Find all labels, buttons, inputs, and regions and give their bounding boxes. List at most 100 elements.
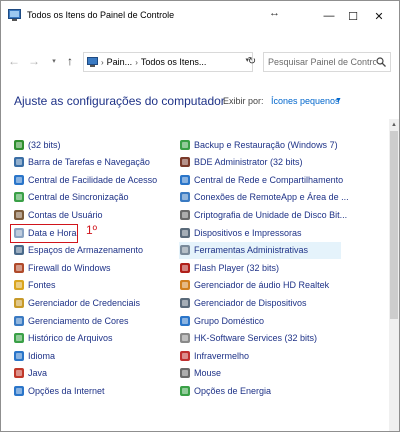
taskbar-icon <box>14 157 24 168</box>
search-box[interactable] <box>263 52 391 72</box>
control-panel-item[interactable]: Gerenciador de áudio HD Realtek <box>179 277 329 294</box>
breadcrumb-control-panel[interactable]: Pain... <box>107 57 133 67</box>
control-panel-item[interactable]: Infravermelho <box>179 347 249 364</box>
control-panel-item[interactable]: Flash Player (32 bits) <box>179 259 279 276</box>
control-panel-item[interactable]: Opções da Internet <box>13 382 105 399</box>
admin-tools-icon <box>180 245 190 256</box>
control-panel-item-label: Flash Player (32 bits) <box>194 262 280 273</box>
control-panel-item[interactable]: Barra de Tarefas e Navegação <box>13 154 150 171</box>
scroll-up-button[interactable]: ▲ <box>389 119 399 131</box>
control-panel-item[interactable]: Ferramentas Administrativas <box>179 241 341 259</box>
page-title: Ajuste as configurações do computador <box>14 94 225 108</box>
control-panel-item[interactable]: BDE Administrator (32 bits) <box>179 154 303 171</box>
firewall-icon <box>14 262 24 273</box>
control-panel-item-label: Dispositivos e Impressoras <box>194 227 302 238</box>
control-panel-item-label: Criptografia de Unidade de Disco Bit... <box>194 209 348 220</box>
control-panel-item[interactable]: Contas de Usuário <box>13 206 103 223</box>
control-panel-item-label: Histórico de Arquivos <box>28 333 113 344</box>
control-panel-item[interactable]: (32 bits) <box>13 136 61 153</box>
control-panel-item[interactable]: Firewall do Windows <box>13 259 111 276</box>
control-panel-item[interactable]: Opções de Energia <box>179 382 271 399</box>
control-panel-item-label: Central de Rede e Compartilhamento <box>194 174 344 185</box>
sync-icon <box>14 192 24 203</box>
control-panel-item-label: Espaços de Armazenamento <box>28 245 144 256</box>
fonts-icon <box>14 280 24 291</box>
control-panel-item-label: Central de Sincronização <box>28 192 129 203</box>
control-panel-item-label: Opções da Internet <box>28 385 105 396</box>
printer-icon <box>180 227 190 238</box>
breadcrumb-separator-icon: › <box>101 57 104 67</box>
view-by-dropdown[interactable]: Ícones pequenos <box>271 96 340 106</box>
control-panel-item[interactable]: Histórico de Arquivos <box>13 330 113 347</box>
audio-icon <box>180 280 190 291</box>
control-panel-item-label: Grupo Doméstico <box>194 315 265 326</box>
homegroup-icon <box>180 315 190 326</box>
close-button[interactable]: ✕ <box>369 6 389 26</box>
search-input[interactable] <box>264 56 378 68</box>
control-panel-item[interactable]: Mouse <box>179 365 221 382</box>
network-icon <box>180 174 190 185</box>
step-annotation: 1º <box>86 223 98 237</box>
chevron-down-icon[interactable]: ▼ <box>335 97 342 104</box>
control-panel-item-label: Infravermelho <box>194 350 250 361</box>
control-panel-item-label: BDE Administrator (32 bits) <box>194 157 303 168</box>
forward-button[interactable]: → <box>25 51 43 71</box>
device-manager-icon <box>180 297 190 308</box>
control-panel-item[interactable]: Central de Facilidade de Acesso <box>13 171 157 188</box>
bitlocker-icon <box>180 209 190 220</box>
control-panel-item[interactable]: Criptografia de Unidade de Disco Bit... <box>179 206 347 223</box>
control-panel-item-label: Java <box>28 368 48 379</box>
color-management-icon <box>14 315 24 326</box>
control-panel-item-label: Backup e Restauração (Windows 7) <box>194 139 338 150</box>
control-panel-item-label: Gerenciamento de Cores <box>28 315 129 326</box>
control-panel-item-label: Opções de Energia <box>194 385 272 396</box>
address-bar[interactable]: › Pain... › Todos os Itens... ▾ <box>83 52 253 72</box>
control-panel-item[interactable]: HK-Software Services (32 bits) <box>179 330 317 347</box>
navigation-bar: ← → ▾ ↑ › Pain... › Todos os Itens... ▾ … <box>1 49 399 75</box>
search-icon[interactable] <box>376 57 386 67</box>
control-panel-item-label: Conexões de RemoteApp e Área de ... <box>194 192 349 203</box>
control-panel-item[interactable]: Grupo Doméstico <box>179 312 264 329</box>
control-panel-item[interactable]: Gerenciador de Credenciais <box>13 294 140 311</box>
control-panel-item-label: Contas de Usuário <box>28 209 103 220</box>
control-panel-item-label: Ferramentas Administrativas <box>194 245 309 256</box>
highlight-box <box>10 224 78 243</box>
control-panel-item[interactable]: Java <box>13 365 47 382</box>
control-panel-item-label: Idioma <box>28 350 56 361</box>
minimize-button[interactable]: — <box>319 6 339 26</box>
control-panel-item-label: HK-Software Services (32 bits) <box>194 333 318 344</box>
control-panel-item[interactable]: Gerenciador de Dispositivos <box>179 294 307 311</box>
accessibility-icon <box>14 174 24 185</box>
maximize-button[interactable]: ☐ <box>343 6 363 26</box>
back-button[interactable]: ← <box>5 51 23 71</box>
control-panel-item[interactable]: Espaços de Armazenamento <box>13 242 143 259</box>
control-panel-item[interactable]: Gerenciamento de Cores <box>13 312 129 329</box>
control-panel-item-label: Gerenciador de Dispositivos <box>194 297 307 308</box>
bde-icon <box>180 157 190 168</box>
control-panel-item[interactable]: Dispositivos e Impressoras <box>179 224 302 241</box>
control-panel-item-label: Mouse <box>194 368 222 379</box>
control-panel-icon <box>87 57 98 67</box>
internet-options-icon <box>14 385 24 396</box>
control-panel-item[interactable]: Central de Rede e Compartilhamento <box>179 171 343 188</box>
infrared-icon <box>180 350 190 361</box>
control-panel-item-label: (32 bits) <box>28 139 61 150</box>
control-panel-item[interactable]: Idioma <box>13 347 55 364</box>
control-panel-item[interactable]: Backup e Restauração (Windows 7) <box>179 136 338 153</box>
control-panel-item[interactable]: Fontes <box>13 277 56 294</box>
breadcrumb-all-items[interactable]: Todos os Itens... <box>141 57 207 67</box>
control-panel-item-label: Central de Facilidade de Acesso <box>28 174 158 185</box>
title-bar[interactable]: Todos os Itens do Painel de Controle ↔ —… <box>1 1 399 31</box>
refresh-button[interactable]: ↻ <box>245 52 259 70</box>
control-panel-item-label: Firewall do Windows <box>28 262 111 273</box>
scrollbar-thumb[interactable] <box>390 131 398 319</box>
users-icon <box>14 209 24 220</box>
control-panel-item[interactable]: Central de Sincronização <box>13 189 129 206</box>
control-panel-window: Todos os Itens do Painel de Controle ↔ —… <box>0 0 400 432</box>
control-panel-item[interactable]: Conexões de RemoteApp e Área de ... <box>179 189 349 206</box>
up-button[interactable]: ↑ <box>61 51 79 71</box>
hk-software-icon <box>180 333 190 344</box>
power-icon <box>180 385 190 396</box>
control-panel-item-label: Fontes <box>28 280 56 291</box>
backup-icon <box>180 139 190 150</box>
